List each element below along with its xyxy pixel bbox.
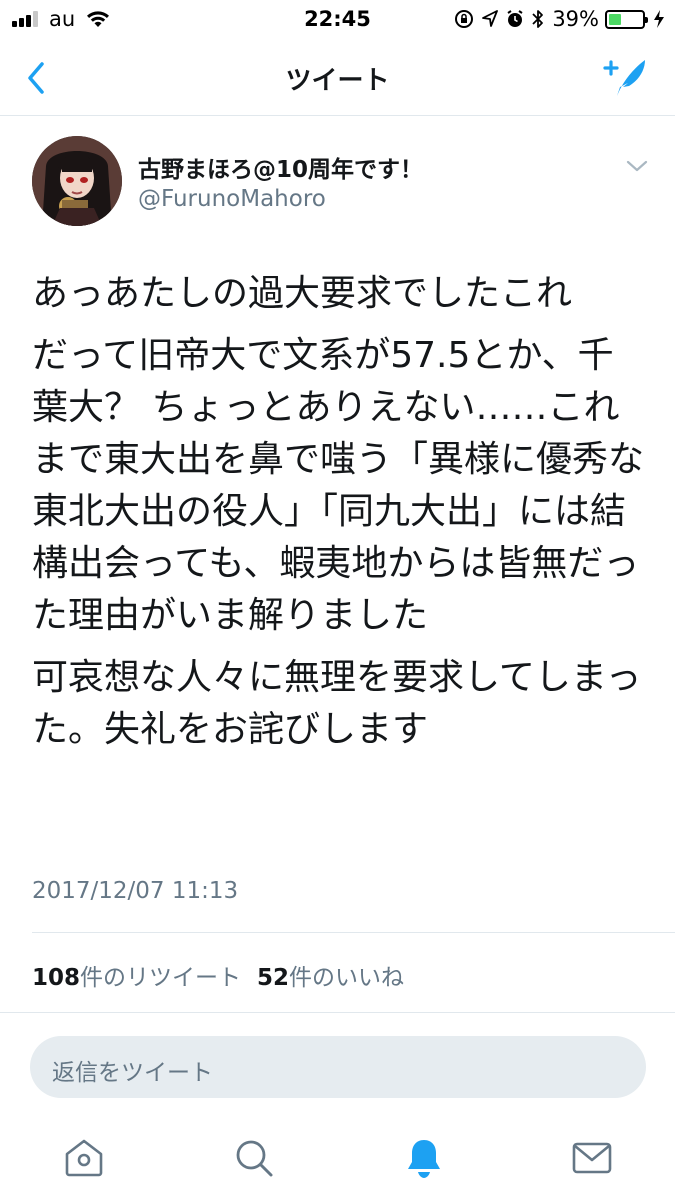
location-icon bbox=[482, 10, 499, 27]
display-name[interactable]: 古野まほろ@10周年です！ bbox=[138, 150, 423, 184]
search-icon[interactable] bbox=[232, 1136, 276, 1180]
bluetooth-icon bbox=[532, 10, 544, 28]
user-handle[interactable]: @FurunoMahoro bbox=[138, 186, 326, 212]
like-label: 件のいいね bbox=[289, 965, 405, 991]
reply-placeholder: 返信をツイート bbox=[52, 1060, 213, 1086]
lock-rotation-icon bbox=[455, 10, 474, 28]
avatar[interactable] bbox=[32, 136, 122, 226]
tweet-detail-screen: au 22:45 39% ツイート 古野まほろ@10周年です！ @FurunoM… bbox=[0, 0, 675, 1200]
retweet-label: 件のリツイート bbox=[80, 965, 242, 991]
tweet-paragraph-2: だって旧帝大で文系が57.5とか、千葉大？ ちょっとありえない……これまで東大出… bbox=[32, 335, 645, 636]
tweet-timestamp: 2017/12/07 11:13 bbox=[32, 878, 239, 904]
messages-envelope-icon[interactable] bbox=[570, 1136, 614, 1180]
compose-tweet-icon[interactable] bbox=[601, 54, 649, 100]
tweet-paragraph-1: あっあたしの過大要求でしたこれ bbox=[32, 273, 573, 314]
retweet-stat[interactable]: 108件のリツイート bbox=[32, 965, 241, 991]
charging-icon bbox=[654, 10, 664, 28]
reply-input[interactable]: 返信をツイート bbox=[30, 1036, 646, 1098]
page-title: ツイート bbox=[285, 66, 390, 96]
battery-icon bbox=[605, 9, 648, 29]
notifications-bell-icon[interactable] bbox=[402, 1136, 446, 1180]
tweet-stats: 108件のリツイート 52件のいいね bbox=[32, 958, 404, 992]
battery-level-fill bbox=[609, 13, 621, 25]
tweet-text: あっあたしの過大要求でしたこれ だって旧帝大で文系が57.5とか、千葉大？ ちょ… bbox=[32, 268, 647, 766]
battery-percent: 39% bbox=[552, 7, 599, 31]
divider bbox=[32, 932, 675, 933]
navigation-bar: ツイート bbox=[0, 40, 675, 116]
home-icon[interactable] bbox=[62, 1136, 106, 1180]
like-count: 52 bbox=[257, 965, 290, 991]
alarm-icon bbox=[507, 10, 523, 27]
divider bbox=[0, 1012, 675, 1013]
tweet-paragraph-3: 可哀想な人々に無理を要求してしまった。失礼をお詫びします bbox=[32, 657, 642, 750]
like-stat[interactable]: 52件のいいね bbox=[257, 965, 404, 991]
status-bar: au 22:45 39% bbox=[0, 0, 675, 40]
tab-bar bbox=[0, 1120, 675, 1200]
chevron-down-icon[interactable] bbox=[625, 158, 649, 174]
avatar-illustration bbox=[32, 136, 122, 226]
retweet-count: 108 bbox=[32, 965, 81, 991]
